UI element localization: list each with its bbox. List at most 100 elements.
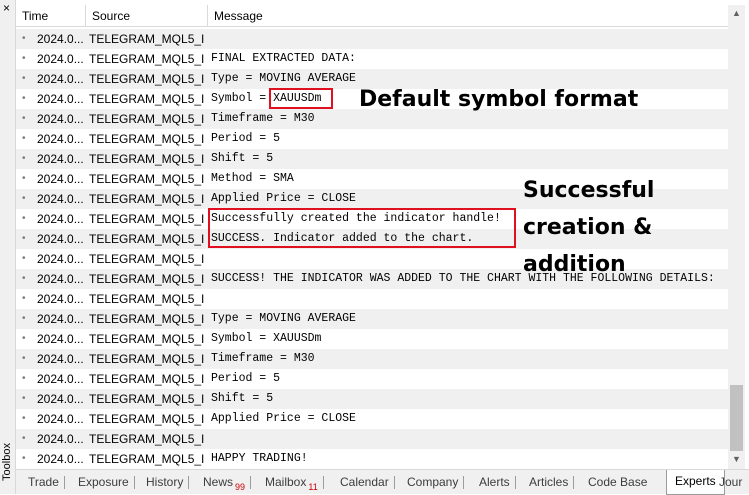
tab-separator <box>514 476 516 489</box>
column-time[interactable]: Time <box>16 5 86 27</box>
log-source: TELEGRAM_MQL5_I... <box>89 232 204 246</box>
log-message: Type = MOVING AVERAGE <box>211 312 356 325</box>
bullet-icon: • <box>22 413 26 424</box>
log-source: TELEGRAM_MQL5_I... <box>89 212 204 226</box>
log-row[interactable]: • 2024.0... TELEGRAM_MQL5_I... Type = MOVIN… <box>16 309 728 329</box>
bullet-icon: • <box>22 313 26 324</box>
annotation-success-line: Successful <box>523 178 655 203</box>
log-time: 2024.0... <box>37 452 84 466</box>
tab-articles[interactable]: Articles <box>529 473 575 493</box>
log-message: Period = 5 <box>211 132 281 145</box>
tab-alerts[interactable]: Alerts <box>479 473 516 493</box>
log-message: FINAL EXTRACTED DATA: <box>211 52 356 65</box>
log-row[interactable]: • 2024.0... TELEGRAM_MQL5_I... FINAL EXTRAC… <box>16 49 728 69</box>
bullet-icon: • <box>22 293 26 304</box>
log-source: TELEGRAM_MQL5_I... <box>89 292 204 306</box>
scroll-up-icon[interactable]: ▲ <box>732 8 741 18</box>
log-row[interactable]: • 2024.0... TELEGRAM_MQL5_I... Timeframe = … <box>16 109 728 129</box>
log-source: TELEGRAM_MQL5_I... <box>89 112 204 126</box>
bullet-icon: • <box>22 453 26 464</box>
tab-company[interactable]: Company <box>407 473 465 493</box>
close-icon[interactable]: × <box>3 1 10 15</box>
bullet-icon: • <box>22 433 26 444</box>
tab-calendar[interactable]: Calendar <box>340 473 395 493</box>
annotation-success-line: addition <box>523 252 626 277</box>
log-source: TELEGRAM_MQL5_I... <box>89 272 204 286</box>
log-message: Period = 5 <box>211 372 281 385</box>
log-source: TELEGRAM_MQL5_I... <box>89 452 204 466</box>
tab-trade[interactable]: Trade <box>28 473 65 493</box>
log-row[interactable]: • 2024.0... TELEGRAM_MQL5_I... Period = 5 <box>16 129 728 149</box>
tab-label: Code Base <box>588 475 648 489</box>
log-time: 2024.0... <box>37 332 84 346</box>
log-time: 2024.0... <box>37 272 84 286</box>
log-time: 2024.0... <box>37 72 84 86</box>
log-time: 2024.0... <box>37 32 84 46</box>
log-source: TELEGRAM_MQL5_I... <box>89 352 204 366</box>
tab-mailbox[interactable]: Mailbox 11 <box>265 473 324 493</box>
log-time: 2024.0... <box>37 352 84 366</box>
bullet-icon: • <box>22 333 26 344</box>
column-source[interactable]: Source <box>86 5 208 27</box>
log-source: TELEGRAM_MQL5_I... <box>89 432 204 446</box>
log-time: 2024.0... <box>37 212 84 226</box>
log-message: Shift = 5 <box>211 152 274 165</box>
log-row[interactable]: • 2024.0... TELEGRAM_MQL5_I... <box>16 29 728 49</box>
column-header: Time Source Message <box>16 5 728 27</box>
column-message[interactable]: Message <box>208 5 728 27</box>
scrollbar-thumb[interactable] <box>730 385 743 451</box>
bullet-icon: • <box>22 273 26 284</box>
log-source: TELEGRAM_MQL5_I... <box>89 392 204 406</box>
log-row[interactable]: • 2024.0... TELEGRAM_MQL5_I... Period = 5 <box>16 369 728 389</box>
log-message: Type = MOVING AVERAGE <box>211 72 356 85</box>
log-source: TELEGRAM_MQL5_I... <box>89 132 204 146</box>
log-time: 2024.0... <box>37 52 84 66</box>
bullet-icon: • <box>22 93 26 104</box>
log-source: TELEGRAM_MQL5_I... <box>89 172 204 186</box>
toolbox-panel: × Toolbox <box>0 0 16 494</box>
log-source: TELEGRAM_MQL5_I... <box>89 52 204 66</box>
log-source: TELEGRAM_MQL5_I... <box>89 152 204 166</box>
log-message: Timeframe = M30 <box>211 112 315 125</box>
tab-label: Jour <box>719 475 743 489</box>
tab-label: Experts <box>675 474 716 488</box>
bullet-icon: • <box>22 233 26 244</box>
tab-code-base[interactable]: Code Base <box>588 473 647 493</box>
log-time: 2024.0... <box>37 132 84 146</box>
tab-jour[interactable]: Jour <box>719 473 742 493</box>
log-source: TELEGRAM_MQL5_I... <box>89 332 204 346</box>
tab-separator <box>393 476 395 489</box>
log-source: TELEGRAM_MQL5_I... <box>89 72 204 86</box>
tab-separator <box>63 476 65 489</box>
log-source: TELEGRAM_MQL5_I... <box>89 312 204 326</box>
log-time: 2024.0... <box>37 292 84 306</box>
tab-exposure[interactable]: Exposure <box>78 473 135 493</box>
vertical-scrollbar[interactable]: ▲ ▼ <box>728 5 745 469</box>
bullet-icon: • <box>22 133 26 144</box>
tab-history[interactable]: History <box>146 473 190 493</box>
success-highlight-box <box>208 208 516 248</box>
log-row[interactable]: • 2024.0... TELEGRAM_MQL5_I... Shift = 5 <box>16 149 728 169</box>
log-row[interactable]: • 2024.0... TELEGRAM_MQL5_I... <box>16 289 728 309</box>
log-row[interactable]: • 2024.0... TELEGRAM_MQL5_I... <box>16 429 728 449</box>
log-row[interactable]: • 2024.0... TELEGRAM_MQL5_I... Timeframe = … <box>16 349 728 369</box>
tab-separator <box>250 476 252 489</box>
tab-experts[interactable]: Experts <box>666 470 725 495</box>
symbol-highlight-box <box>269 88 333 109</box>
log-source: TELEGRAM_MQL5_I... <box>89 372 204 386</box>
bullet-icon: • <box>22 53 26 64</box>
log-row[interactable]: • 2024.0... TELEGRAM_MQL5_I... Type = MOVIN… <box>16 69 728 89</box>
bullet-icon: • <box>22 353 26 364</box>
log-row[interactable]: • 2024.0... TELEGRAM_MQL5_I... HAPPY TRADIN… <box>16 449 728 469</box>
bullet-icon: • <box>22 113 26 124</box>
bullet-icon: • <box>22 373 26 384</box>
log-source: TELEGRAM_MQL5_I... <box>89 92 204 106</box>
tab-news[interactable]: News 99 <box>203 473 252 493</box>
scroll-down-icon[interactable]: ▼ <box>732 454 741 464</box>
log-source: TELEGRAM_MQL5_I... <box>89 412 204 426</box>
log-row[interactable]: • 2024.0... TELEGRAM_MQL5_I... Shift = 5 <box>16 389 728 409</box>
tab-label: History <box>146 475 184 489</box>
tab-badge: 99 <box>235 482 246 492</box>
log-row[interactable]: • 2024.0... TELEGRAM_MQL5_I... Applied Pric… <box>16 409 728 429</box>
log-row[interactable]: • 2024.0... TELEGRAM_MQL5_I... Symbol = XAU… <box>16 329 728 349</box>
